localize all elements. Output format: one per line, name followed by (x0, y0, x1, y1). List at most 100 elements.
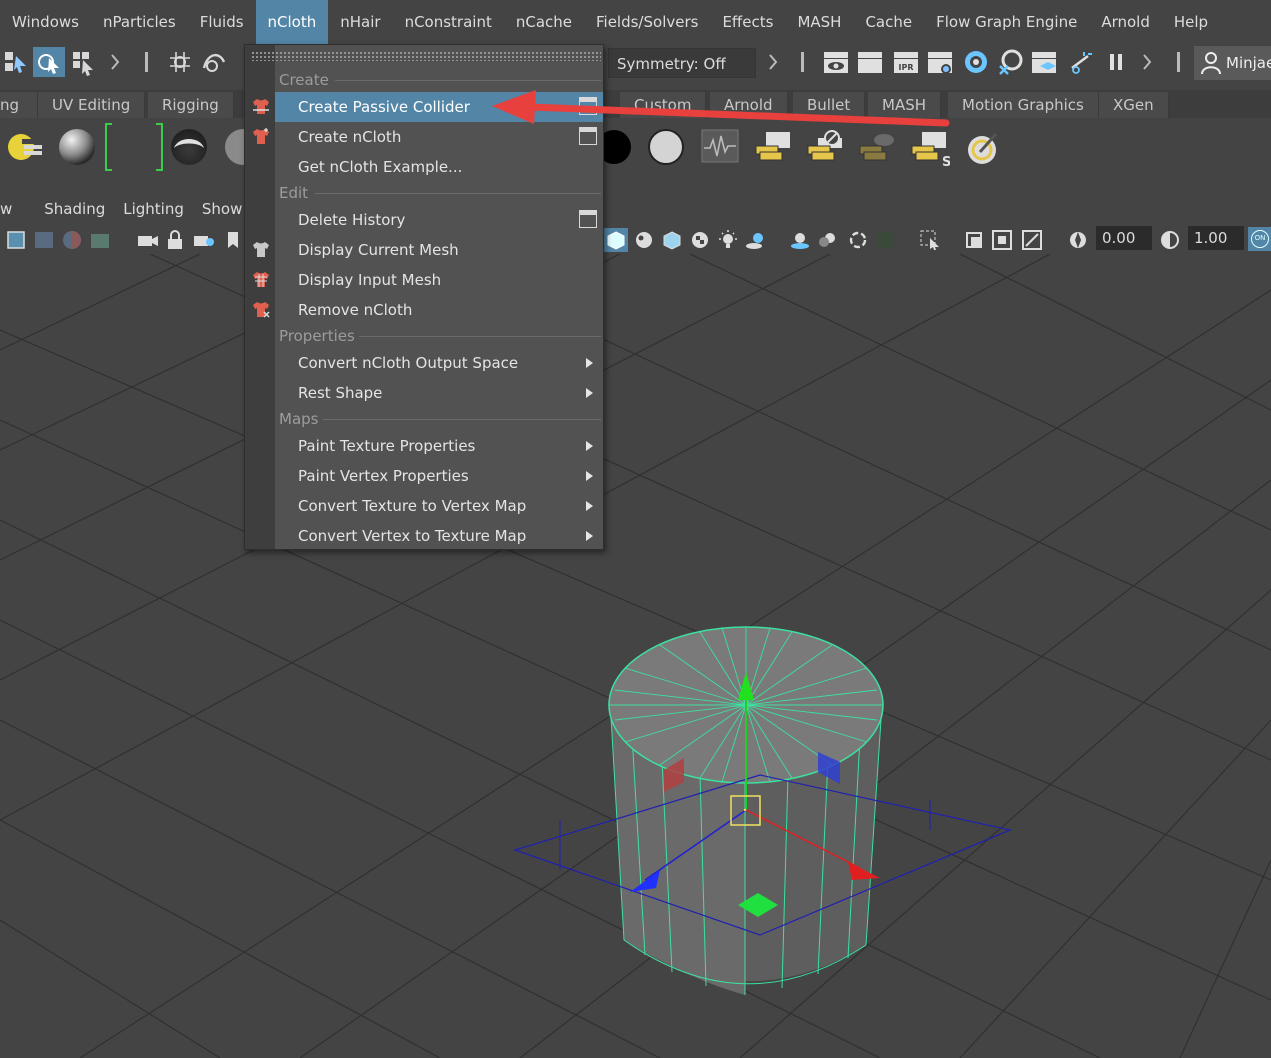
render-view-icon[interactable] (822, 48, 850, 76)
ambient-occlusion-icon[interactable] (788, 228, 812, 252)
wireframe-shaded-icon[interactable] (604, 228, 628, 252)
render-settings-icon[interactable] (926, 48, 954, 76)
bookmark-flag-icon[interactable] (222, 228, 242, 252)
bookmark-icon[interactable] (88, 228, 112, 252)
tab-mash[interactable]: MASH (868, 92, 942, 118)
sphere-shader-icon[interactable] (56, 126, 98, 168)
menu-help[interactable]: Help (1162, 0, 1220, 44)
tab-rigging[interactable]: Rigging (148, 92, 234, 118)
menu-item-remove-ncloth[interactable]: Remove nCloth (275, 295, 603, 325)
shadows-icon[interactable] (744, 228, 768, 252)
image-plane-icon[interactable] (60, 228, 84, 252)
menu-item-get-ncloth-example[interactable]: Get nCloth Example... (275, 152, 603, 182)
tab-xgen[interactable]: XGen (1099, 92, 1169, 118)
viewport-menu-view[interactable]: w (0, 200, 21, 218)
xray-joints-icon[interactable] (990, 228, 1014, 252)
gamma-icon[interactable] (1158, 228, 1182, 252)
menu-item-convert-texture-to-vertex-map[interactable]: Convert Texture to Vertex Map (275, 491, 603, 521)
menu-item-delete-history[interactable]: Delete History (275, 205, 603, 235)
menu-item-display-current-mesh[interactable]: Display Current Mesh (275, 235, 603, 265)
xray-icon[interactable] (962, 228, 986, 252)
clapper-hidden-icon[interactable] (856, 128, 898, 164)
collapse-arrow-icon[interactable] (766, 48, 780, 76)
tab-ng[interactable]: ng (0, 92, 38, 118)
menu-windows[interactable]: Windows (0, 0, 91, 44)
menu-item-paint-vertex-properties[interactable]: Paint Vertex Properties (275, 461, 603, 491)
menu-nconstraint[interactable]: nConstraint (393, 0, 504, 44)
camera-attributes-icon[interactable] (32, 228, 56, 252)
light-editor-icon[interactable] (1030, 48, 1058, 76)
viewport-menu-lighting[interactable]: Lighting (114, 200, 193, 218)
menu-nparticles[interactable]: nParticles (91, 0, 188, 44)
shaded-cube-icon[interactable] (660, 228, 684, 252)
menu-flow-graph-engine[interactable]: Flow Graph Engine (924, 0, 1089, 44)
tab-bullet[interactable]: Bullet (793, 92, 866, 118)
tab-uv-editing[interactable]: UV Editing (38, 92, 146, 118)
menu-fields-solvers[interactable]: Fields/Solvers (584, 0, 710, 44)
sphere-shader-icon[interactable] (222, 126, 246, 168)
menu-item-create-ncloth[interactable]: Create nCloth (275, 122, 603, 152)
texture-icon[interactable] (632, 228, 656, 252)
ipr-render-icon[interactable]: IPR (892, 48, 920, 76)
menu-mash[interactable]: MASH (785, 0, 853, 44)
menu-item-display-input-mesh[interactable]: Display Input Mesh (275, 265, 603, 295)
menu-cache[interactable]: Cache (853, 0, 924, 44)
option-box-icon[interactable] (579, 127, 597, 145)
render-setup-icon[interactable] (996, 48, 1024, 76)
isolate-select-icon[interactable] (918, 228, 942, 252)
symmetry-dropdown[interactable]: Symmetry: Off (608, 48, 756, 78)
camera-settings-icon[interactable] (192, 228, 216, 252)
gamma-field[interactable]: 1.00 (1188, 226, 1244, 250)
use-lights-icon[interactable] (716, 228, 740, 252)
anti-aliasing-icon[interactable] (846, 228, 870, 252)
tab-custom[interactable]: Custom (620, 92, 707, 118)
menu-item-create-passive-collider[interactable]: Create Passive Collider (275, 92, 603, 122)
backface-culling-icon[interactable] (1020, 228, 1044, 252)
checker-icon[interactable] (688, 228, 712, 252)
select-camera-icon[interactable] (4, 228, 28, 252)
3d-viewport[interactable] (0, 254, 1271, 1058)
menu-item-convert-ncloth-output-space[interactable]: Convert nCloth Output Space (275, 348, 603, 378)
bracket-shelf-icon[interactable] (102, 120, 166, 174)
exposure-field[interactable]: 0.00 (1096, 226, 1152, 250)
menu-item-convert-vertex-to-texture-map[interactable]: Convert Vertex to Texture Map (275, 521, 603, 551)
lock-camera-icon[interactable] (164, 228, 188, 252)
snap-curve-icon[interactable] (200, 48, 228, 76)
collapse-arrow-icon[interactable] (108, 48, 122, 76)
motion-blur-icon[interactable] (816, 228, 840, 252)
arnold-shader-icon[interactable] (6, 128, 44, 166)
hypershade-icon[interactable] (962, 48, 990, 76)
exposure-icon[interactable] (1066, 228, 1090, 252)
select-hierarchy-icon[interactable] (2, 48, 30, 76)
skydome-icon[interactable] (168, 126, 210, 168)
select-component-icon[interactable] (70, 48, 98, 76)
target-icon[interactable] (962, 128, 1002, 168)
menu-nhair[interactable]: nHair (328, 0, 392, 44)
tab-motion-graphics[interactable]: Motion Graphics (948, 92, 1099, 118)
tear-off-handle[interactable] (251, 51, 601, 61)
option-box-icon[interactable] (579, 97, 597, 115)
camera-icon[interactable] (136, 228, 160, 252)
menu-item-rest-shape[interactable]: Rest Shape (275, 378, 603, 408)
option-box-icon[interactable] (579, 210, 597, 228)
menu-ncloth[interactable]: nCloth (255, 0, 329, 44)
viewport-menu-show[interactable]: Show (193, 200, 251, 218)
menu-arnold[interactable]: Arnold (1089, 0, 1162, 44)
menu-fluids[interactable]: Fluids (188, 0, 256, 44)
pause-render-icon[interactable] (1102, 48, 1130, 76)
waveform-icon[interactable] (700, 128, 740, 164)
black-swatch-icon[interactable] (600, 128, 634, 166)
depth-of-field-icon[interactable] (874, 228, 898, 252)
viewport-menu-shading[interactable]: Shading (35, 200, 114, 218)
snap-grid-icon[interactable] (166, 48, 194, 76)
white-swatch-icon[interactable] (646, 128, 686, 166)
menu-ncache[interactable]: nCache (504, 0, 584, 44)
toggle-light-icon[interactable] (1066, 48, 1094, 76)
collapse-arrow-icon[interactable] (1140, 48, 1154, 76)
color-management-toggle[interactable]: ON (1248, 227, 1271, 251)
clapper-disable-icon[interactable] (804, 128, 846, 164)
menu-item-paint-texture-properties[interactable]: Paint Texture Properties (275, 431, 603, 461)
tab-arnold[interactable]: Arnold (710, 92, 788, 118)
clapper-layers-icon[interactable] (752, 128, 794, 164)
clapper-solo-icon[interactable]: S (908, 128, 950, 168)
